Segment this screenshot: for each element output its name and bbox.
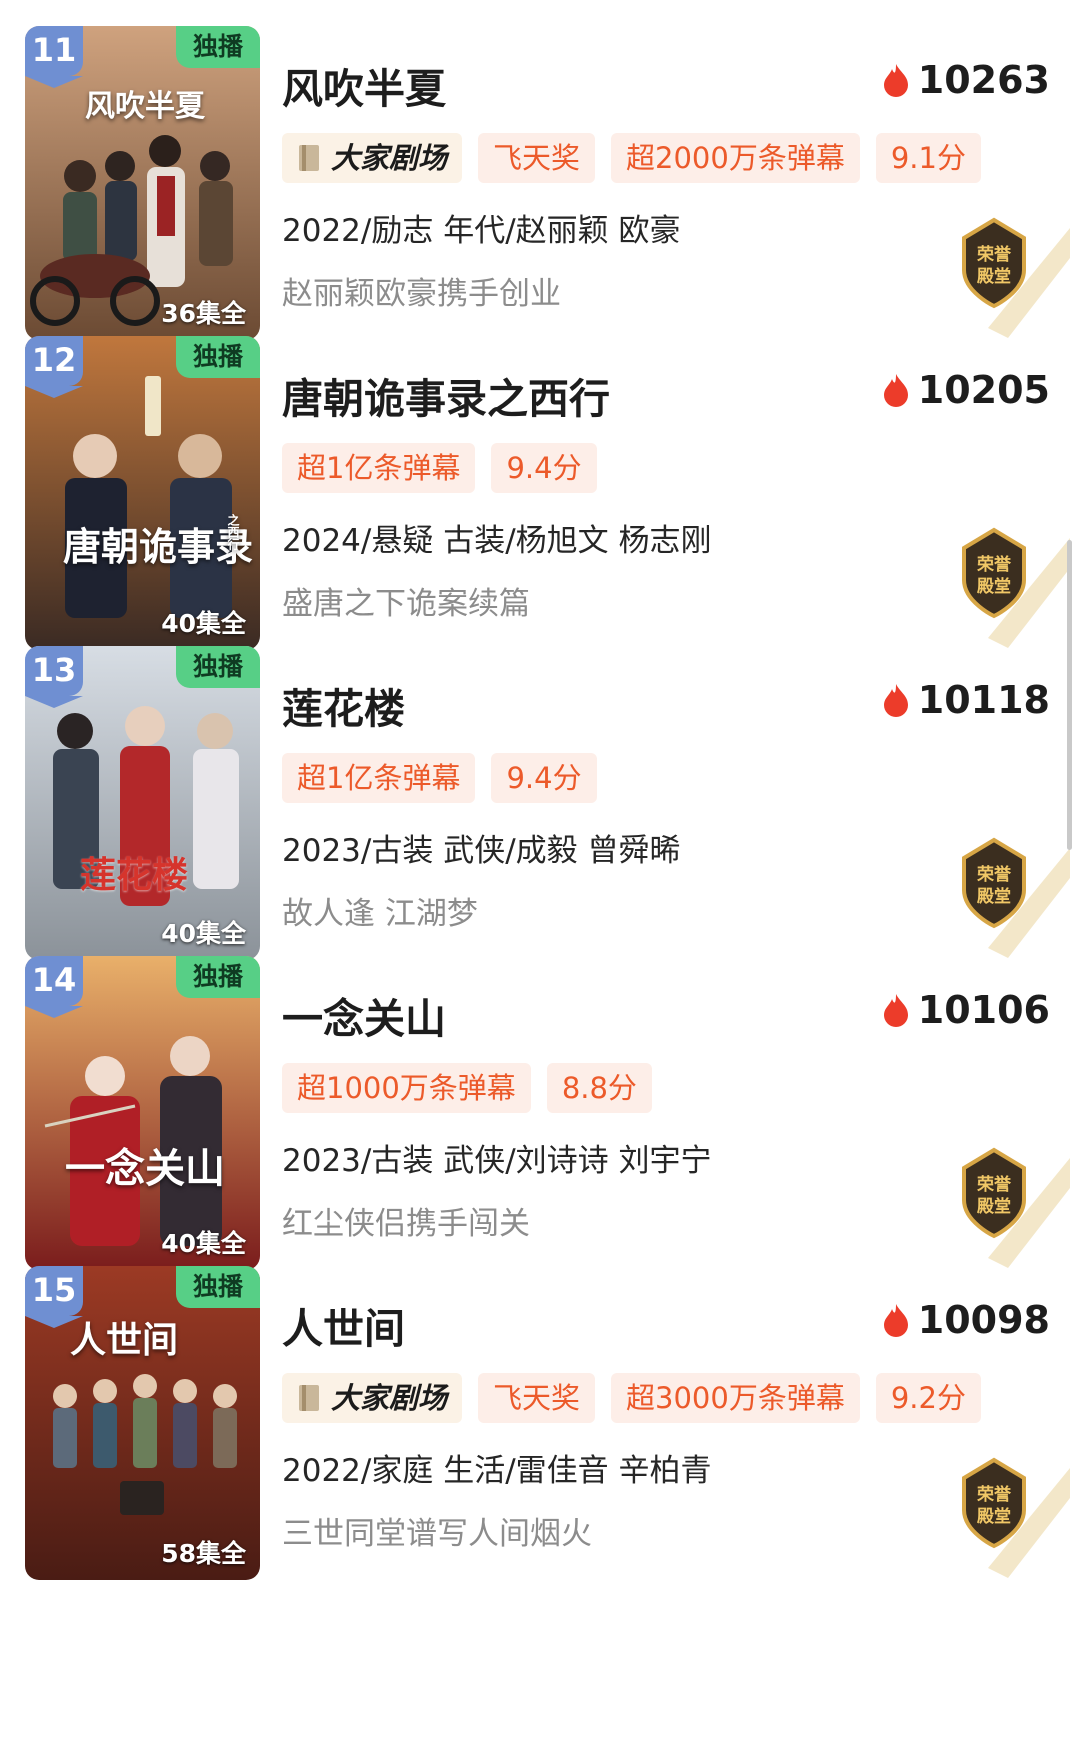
episode-count: 58集全 [161, 1539, 246, 1568]
poster[interactable]: 莲花楼 13 独播 40集全 [25, 646, 260, 960]
exclusive-badge: 独播 [176, 1266, 260, 1308]
drama-desc: 红尘侠侣携手闯关 [282, 1206, 530, 1242]
exclusive-badge: 独播 [176, 26, 260, 68]
svg-text:殿堂: 殿堂 [976, 266, 1011, 287]
drama-title[interactable]: 风吹半夏 [282, 55, 446, 115]
tag-danmaku[interactable]: 超3000万条弹幕 [611, 1373, 860, 1423]
tag-list: 超1000万条弹幕 8.8分 [282, 1063, 652, 1113]
rank-badge: 14 [25, 956, 83, 1018]
flame-icon [883, 64, 908, 97]
list-item[interactable]: 莲花楼 13 独播 40集全 莲花楼 10118 超1亿条弹幕 9.4分 202… [0, 620, 1080, 960]
drama-meta: 2022/家庭 生活/雷佳音 辛柏青 [282, 1453, 712, 1489]
exclusive-badge: 独播 [176, 646, 260, 688]
tag-brand[interactable]: 大家剧场 [282, 1373, 463, 1423]
tag-list: 大家剧场 飞天奖 超2000万条弹幕 9.1分 [282, 133, 981, 183]
tag-score[interactable]: 8.8分 [546, 1063, 652, 1113]
heat-value: 10118 [917, 678, 1050, 722]
tag-score[interactable]: 9.2分 [875, 1373, 981, 1423]
drama-desc: 赵丽颖欧豪携手创业 [282, 276, 561, 312]
flame-icon [883, 1304, 908, 1337]
tag-danmaku[interactable]: 超1亿条弹幕 [282, 443, 476, 493]
book-icon [299, 145, 319, 171]
exclusive-badge: 独播 [176, 336, 260, 378]
tag-award[interactable]: 飞天奖 [478, 133, 596, 183]
tag-list: 大家剧场 飞天奖 超3000万条弹幕 9.2分 [282, 1373, 981, 1423]
tag-danmaku[interactable]: 超2000万条弹幕 [611, 133, 860, 183]
tag-list: 超1亿条弹幕 9.4分 [282, 753, 597, 803]
poster-title: 风吹半夏 [85, 89, 205, 124]
flame-icon [883, 684, 908, 717]
drama-desc: 三世同堂谱写人间烟火 [282, 1516, 592, 1552]
svg-text:荣誉: 荣誉 [976, 554, 1012, 575]
drama-meta: 2022/励志 年代/赵丽颖 欧豪 [282, 213, 681, 249]
tag-score[interactable]: 9.4分 [491, 753, 597, 803]
poster[interactable]: 人世间 15 独播 58集全 [25, 1266, 260, 1580]
heat-score: 10118 [882, 678, 1050, 722]
svg-text:荣誉: 荣誉 [976, 1484, 1012, 1505]
drama-meta: 2023/古装 武侠/成毅 曾舜晞 [282, 833, 681, 869]
list-item[interactable]: 风吹半夏 11 独播 36集全 风吹半夏 10263 大家剧场 飞天奖 超200… [0, 0, 1080, 340]
heat-value: 10098 [917, 1298, 1050, 1342]
heat-score: 10263 [882, 58, 1050, 102]
tag-danmaku[interactable]: 超1000万条弹幕 [282, 1063, 531, 1113]
tag-award[interactable]: 飞天奖 [478, 1373, 596, 1423]
svg-text:殿堂: 殿堂 [976, 886, 1011, 907]
tag-score[interactable]: 9.4分 [491, 443, 597, 493]
rank-badge: 12 [25, 336, 83, 398]
poster-subtitle: 之西行 [226, 514, 240, 550]
heat-value: 10263 [917, 58, 1050, 102]
rank-badge: 11 [25, 26, 83, 88]
scrollbar[interactable] [1067, 540, 1072, 850]
poster-title: 莲花楼 [80, 854, 189, 896]
drama-desc: 盛唐之下诡案续篇 [282, 586, 530, 622]
poster[interactable]: 一念关山 14 独播 40集全 [25, 956, 260, 1270]
drama-title[interactable]: 莲花楼 [282, 675, 405, 735]
exclusive-badge: 独播 [176, 956, 260, 998]
drama-meta: 2024/悬疑 古装/杨旭文 杨志刚 [282, 523, 712, 559]
heat-score: 10098 [882, 1298, 1050, 1342]
poster[interactable]: 唐朝诡事录 之西行 12 独播 40集全 [25, 336, 260, 650]
tag-score[interactable]: 9.1分 [875, 133, 981, 183]
svg-text:殿堂: 殿堂 [976, 576, 1011, 597]
rank-badge: 15 [25, 1266, 83, 1328]
tag-list: 超1亿条弹幕 9.4分 [282, 443, 597, 493]
drama-title[interactable]: 人世间 [282, 1295, 405, 1355]
drama-title[interactable]: 一念关山 [282, 985, 446, 1045]
tag-label: 大家剧场 [331, 141, 448, 175]
list-item[interactable]: 一念关山 14 独播 40集全 一念关山 10106 超1000万条弹幕 8.8… [0, 930, 1080, 1270]
list-item[interactable]: 人世间 15 独播 58集全 人世间 10098 大家剧场 飞天奖 超3000万… [0, 1240, 1080, 1580]
tag-danmaku[interactable]: 超1亿条弹幕 [282, 753, 476, 803]
poster-title: 一念关山 [65, 1145, 225, 1192]
rank-badge: 13 [25, 646, 83, 708]
poster-title: 人世间 [70, 1319, 179, 1361]
heat-score: 10205 [882, 368, 1050, 412]
svg-text:殿堂: 殿堂 [976, 1506, 1011, 1527]
drama-title[interactable]: 唐朝诡事录之西行 [282, 365, 610, 425]
drama-meta: 2023/古装 武侠/刘诗诗 刘宇宁 [282, 1143, 712, 1179]
book-icon [299, 1385, 319, 1411]
heat-value: 10106 [917, 988, 1050, 1032]
flame-icon [883, 374, 908, 407]
tag-brand[interactable]: 大家剧场 [282, 133, 463, 183]
flame-icon [883, 994, 908, 1027]
svg-text:荣誉: 荣誉 [976, 864, 1012, 885]
svg-text:荣誉: 荣誉 [976, 244, 1012, 265]
svg-text:殿堂: 殿堂 [976, 1196, 1011, 1217]
hall-of-fame-badge-icon: 荣誉 殿堂 [962, 1457, 1070, 1578]
heat-score: 10106 [882, 988, 1050, 1032]
svg-text:荣誉: 荣誉 [976, 1174, 1012, 1195]
list-item[interactable]: 唐朝诡事录 之西行 12 独播 40集全 唐朝诡事录之西行 10205 超1亿条… [0, 310, 1080, 650]
poster[interactable]: 风吹半夏 11 独播 36集全 [25, 26, 260, 340]
drama-desc: 故人逢 江湖梦 [282, 896, 478, 932]
tag-label: 大家剧场 [331, 1381, 448, 1415]
heat-value: 10205 [917, 368, 1050, 412]
